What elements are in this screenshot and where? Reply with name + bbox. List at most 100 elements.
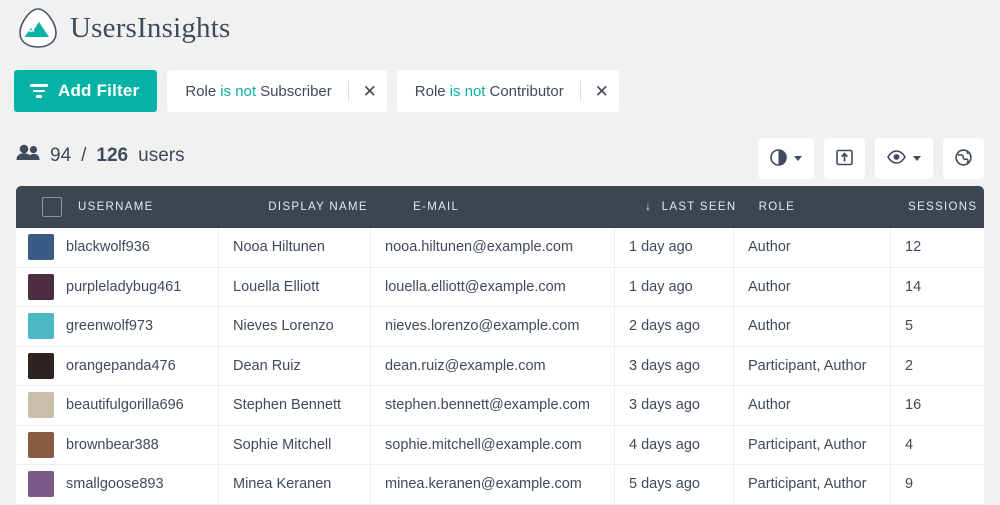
table-row[interactable]: orangepanda476 Dean Ruiz dean.ruiz@example… — [16, 346, 984, 386]
cell-display-name: Minea Keranen — [218, 465, 370, 504]
chevron-down-icon — [913, 156, 921, 161]
cell-display-name: Sophie Mitchell — [218, 425, 370, 464]
cell-email: nooa.hiltunen@example.com — [370, 228, 614, 267]
column-header-role[interactable]: ROLE — [745, 201, 895, 213]
people-icon — [16, 144, 40, 167]
cell-display-name: Dean Ruiz — [218, 346, 370, 385]
filter-chip-role-contributor[interactable]: Role is not Contributor ✕ — [396, 70, 619, 112]
column-header-display-name[interactable]: DISPLAY NAME — [254, 201, 399, 213]
cell-last-seen: 4 days ago — [614, 425, 733, 464]
eye-icon — [887, 150, 906, 167]
close-icon[interactable]: ✕ — [359, 83, 381, 100]
cell-sessions: 9 — [890, 465, 984, 504]
cell-sessions: 2 — [890, 346, 984, 385]
table-row[interactable]: smallgoose893 Minea Keranen minea.keranen@… — [16, 465, 984, 505]
cell-last-seen: 1 day ago — [614, 267, 733, 306]
avatar — [28, 273, 54, 300]
brand-logo: UsersInsights — [16, 6, 231, 50]
cell-sessions: 4 — [890, 425, 984, 464]
table-row[interactable]: blackwolf936 Nooa Hiltunen nooa.hiltunen@e… — [16, 228, 984, 268]
export-button[interactable] — [824, 138, 865, 179]
cell-email: stephen.bennett@example.com — [370, 386, 614, 425]
cell-email: sophie.mitchell@example.com — [370, 425, 614, 464]
brand-name: UsersInsights — [70, 11, 231, 44]
column-header-sessions[interactable]: SESSIONS — [894, 201, 984, 213]
username-text: smallgoose893 — [66, 476, 164, 493]
globe-icon — [955, 148, 972, 169]
chip-divider — [347, 81, 349, 101]
cell-sessions: 16 — [890, 386, 984, 425]
avatar — [28, 313, 54, 340]
close-icon[interactable]: ✕ — [591, 83, 613, 100]
cell-email: louella.elliott@example.com — [370, 267, 614, 306]
charts-button[interactable] — [758, 138, 814, 179]
cell-display-name: Nieves Lorenzo — [218, 307, 370, 346]
column-header-username[interactable]: USERNAME — [62, 201, 254, 213]
avatar — [28, 471, 54, 498]
visible-columns-button[interactable] — [875, 138, 933, 179]
table-toolbar — [758, 138, 984, 179]
filter-chip-value: Contributor — [489, 82, 564, 100]
cell-display-name: Louella Elliott — [218, 267, 370, 306]
cell-username[interactable]: greenwolf973 — [16, 307, 218, 346]
export-icon — [836, 149, 853, 169]
count-separator: / — [81, 144, 87, 166]
sort-desc-icon: ↓ — [645, 201, 653, 213]
username-text: blackwolf936 — [66, 239, 150, 256]
filter-chip-role-subscriber[interactable]: Role is not Subscriber ✕ — [167, 70, 387, 112]
pie-chart-icon — [770, 148, 787, 169]
cell-role: Author — [733, 228, 890, 267]
cell-sessions: 14 — [890, 267, 984, 306]
select-all-checkbox[interactable] — [42, 197, 62, 217]
filter-bar: Add Filter Role is not Subscriber ✕ Role… — [14, 70, 619, 112]
mountain-logo-icon — [16, 6, 60, 50]
cell-sessions: 5 — [890, 307, 984, 346]
cell-role: Author — [733, 386, 890, 425]
user-count-summary: 94 / 126 users — [16, 144, 185, 167]
table-body: blackwolf936 Nooa Hiltunen nooa.hiltunen@e… — [16, 228, 984, 505]
cell-last-seen: 3 days ago — [614, 386, 733, 425]
cell-username[interactable]: blackwolf936 — [16, 228, 218, 267]
table-row[interactable]: purpleladybug461 Louella Elliott louella.e… — [16, 267, 984, 307]
chevron-down-icon — [794, 156, 802, 161]
cell-username[interactable]: orangepanda476 — [16, 347, 218, 386]
cell-username[interactable]: smallgoose893 — [16, 465, 218, 504]
username-text: purpleladybug461 — [66, 278, 182, 295]
table-row[interactable]: greenwolf973 Nieves Lorenzo nieves.lorenzo… — [16, 307, 984, 347]
cell-display-name: Nooa Hiltunen — [218, 228, 370, 267]
cell-username[interactable]: brownbear388 — [16, 426, 218, 465]
column-header-email[interactable]: E-MAIL — [399, 201, 631, 213]
cell-role: Author — [733, 267, 890, 306]
cell-last-seen: 3 days ago — [614, 346, 733, 385]
filter-icon — [30, 84, 48, 98]
username-text: brownbear388 — [66, 436, 159, 453]
cell-username[interactable]: purpleladybug461 — [16, 268, 218, 307]
chip-divider — [579, 81, 581, 101]
add-filter-label: Add Filter — [58, 81, 140, 100]
users-table: USERNAME DISPLAY NAME E-MAIL ↓ LAST SEEN… — [16, 186, 984, 505]
column-header-last-seen[interactable]: ↓ LAST SEEN — [631, 201, 745, 213]
cell-username[interactable]: beautifulgorilla696 — [16, 386, 218, 425]
filter-chip-field: Role — [185, 82, 217, 100]
avatar — [28, 234, 54, 261]
filter-chip-value: Subscriber — [260, 82, 332, 100]
table-row[interactable]: brownbear388 Sophie Mitchell sophie.mitche… — [16, 425, 984, 465]
cell-display-name: Stephen Bennett — [218, 386, 370, 425]
cell-role: Participant, Author — [733, 346, 890, 385]
avatar — [28, 392, 54, 419]
cell-role: Participant, Author — [733, 465, 890, 504]
filter-chip-operator: is not — [449, 82, 486, 100]
cell-email: minea.keranen@example.com — [370, 465, 614, 504]
filter-chip-operator: is not — [220, 82, 257, 100]
cell-last-seen: 2 days ago — [614, 307, 733, 346]
add-filter-button[interactable]: Add Filter — [14, 70, 158, 112]
username-text: greenwolf973 — [66, 318, 154, 335]
map-button[interactable] — [943, 138, 984, 179]
table-header-row: USERNAME DISPLAY NAME E-MAIL ↓ LAST SEEN… — [16, 186, 984, 228]
filter-chip-field: Role — [414, 82, 446, 100]
avatar — [28, 352, 54, 379]
username-text: beautifulgorilla696 — [66, 397, 184, 414]
cell-last-seen: 5 days ago — [614, 465, 733, 504]
cell-email: nieves.lorenzo@example.com — [370, 307, 614, 346]
table-row[interactable]: beautifulgorilla696 Stephen Bennett stephe… — [16, 386, 984, 426]
